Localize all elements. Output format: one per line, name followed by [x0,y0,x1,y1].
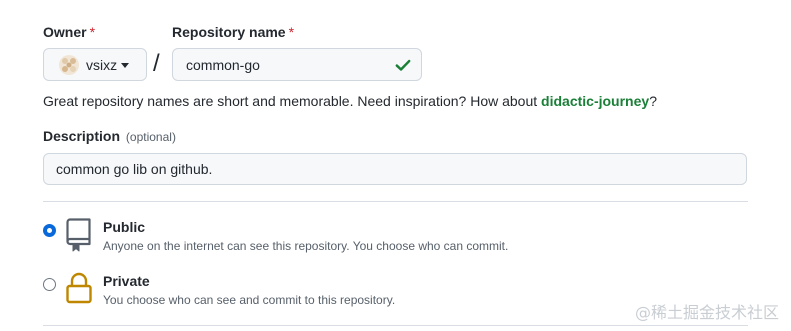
repository-name-label: Repository name * [172,24,294,40]
owner-name: vsixz [86,56,118,73]
private-option-title: Private [103,273,150,289]
description-input[interactable]: common go lib on github. [43,153,747,185]
owner-select-button[interactable]: vsixz [43,48,147,81]
public-radio[interactable] [43,224,56,237]
private-option-description: You choose who can see and commit to thi… [103,293,396,307]
repository-name-hint: Great repository names are short and mem… [43,93,657,109]
divider [43,325,748,326]
owner-label-text: Owner [43,24,87,40]
divider [43,201,748,202]
avatar [59,54,79,75]
owner-label: Owner * [43,24,95,40]
caret-down-icon [121,62,130,68]
repository-name-value[interactable]: common-go [186,57,394,73]
public-option-title: Public [103,219,146,235]
hint-suffix: ? [649,93,657,109]
required-mark: * [288,24,295,40]
repository-name-input[interactable]: common-go [172,48,422,81]
description-label-text: Description [43,128,121,144]
required-mark: * [89,24,96,40]
public-option-description: Anyone on the internet can see this repo… [103,239,509,253]
repository-name-label-text: Repository name [172,24,286,40]
description-label: Description (optional) [43,128,176,144]
private-radio[interactable] [43,278,56,291]
suggested-name-link[interactable]: didactic-journey [541,93,649,109]
check-icon [395,59,411,71]
repo-icon [66,218,91,252]
lock-icon [66,272,92,304]
hint-text: Great repository names are short and mem… [43,93,542,109]
owner-repo-separator: / [153,50,160,77]
optional-tag: (optional) [125,130,176,144]
description-value[interactable]: common go lib on github. [56,161,212,177]
watermark: @稀土掘金技术社区 [634,303,779,322]
